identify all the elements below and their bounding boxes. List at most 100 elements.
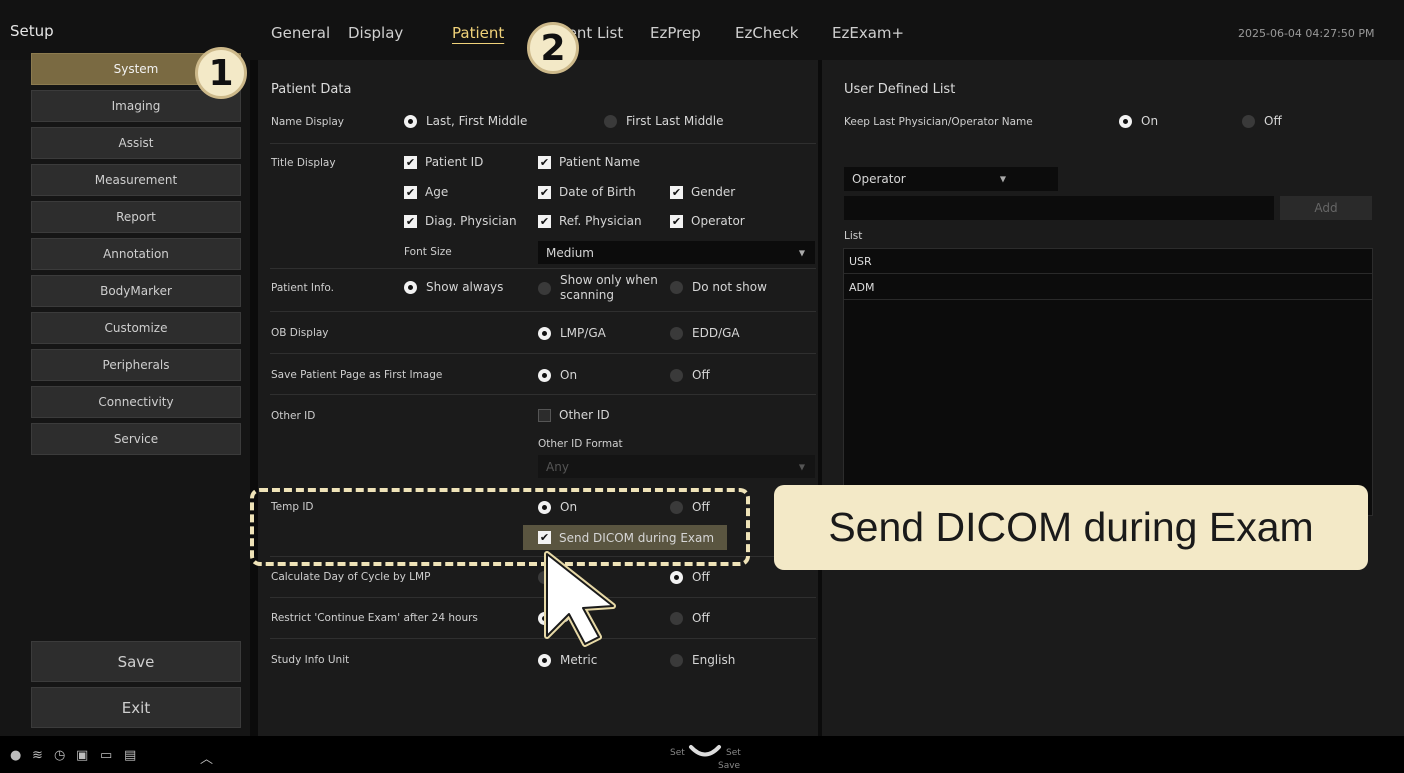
divider (270, 143, 816, 144)
checkbox-checked-icon: ✔ (538, 185, 551, 199)
patient-info-option-show-always[interactable]: Show always (404, 280, 503, 294)
checkbox-checked-icon: ✔ (538, 155, 551, 169)
radio-on-icon (538, 653, 551, 667)
keep-last-option-on[interactable]: On (1119, 114, 1158, 128)
study-info-unit-option-metric[interactable]: Metric (538, 653, 597, 667)
patient-info-option-show-when-scanning[interactable]: Show only when scanning (538, 273, 658, 303)
ob-display-label: OB Display (271, 327, 329, 339)
save-patient-page-option-on[interactable]: On (538, 368, 577, 382)
callout-label: Send DICOM during Exam (774, 485, 1368, 570)
checkbox-unchecked-icon (538, 408, 551, 422)
cursor-pointer-icon (544, 551, 616, 647)
checkbox-checked-icon: ✔ (670, 214, 683, 228)
list-item[interactable]: USR (844, 249, 1372, 274)
study-info-unit-option-english[interactable]: English (670, 653, 735, 667)
set-right-label: Set (726, 748, 741, 758)
check-diag-physician[interactable]: ✔ Diag. Physician (404, 214, 517, 228)
tab-ezcheck[interactable]: EzCheck (735, 24, 799, 42)
divider (270, 268, 816, 269)
step-badge-1: 1 (195, 47, 247, 99)
dropdown-arrow-icon: ▼ (798, 462, 805, 471)
check-operator[interactable]: ✔ Operator (670, 214, 745, 228)
keep-last-option-off[interactable]: Off (1242, 114, 1282, 128)
exit-button[interactable]: Exit (31, 687, 241, 728)
check-date-of-birth[interactable]: ✔ Date of Birth (538, 185, 636, 199)
name-display-option-first-last[interactable]: First Last Middle (604, 114, 724, 128)
checkbox-checked-icon: ✔ (404, 185, 417, 199)
radio-off-icon (670, 611, 683, 625)
patient-info-label: Patient Info. (271, 282, 334, 294)
tab-patient[interactable]: Patient (452, 24, 504, 42)
user-icon: ● (10, 748, 22, 763)
sidebar-item-annotation[interactable]: Annotation (31, 238, 241, 270)
name-display-option-last-first[interactable]: Last, First Middle (404, 114, 527, 128)
list-item-input[interactable] (844, 196, 1274, 220)
datetime: 2025-06-04 04:27:50 PM (1238, 27, 1375, 40)
radio-off-icon (604, 114, 617, 128)
check-patient-name[interactable]: ✔ Patient Name (538, 155, 640, 169)
tab-general[interactable]: General (271, 24, 330, 42)
checkbox-checked-icon: ✔ (670, 185, 683, 199)
tab-ezexam-plus[interactable]: EzExam+ (832, 24, 904, 42)
sidebar-item-peripherals[interactable]: Peripherals (31, 349, 241, 381)
radio-off-icon (670, 653, 683, 667)
add-button[interactable]: Add (1280, 196, 1372, 220)
trackball-icon (689, 745, 721, 757)
radio-off-icon (1242, 114, 1255, 128)
tab-ezprep[interactable]: EzPrep (650, 24, 701, 42)
divider (270, 311, 816, 312)
tab-display[interactable]: Display (348, 24, 403, 42)
radio-on-icon (538, 368, 551, 382)
storage-icon: ≋ (32, 748, 43, 763)
list-label: List (844, 230, 863, 242)
save-hint-label: Save (718, 761, 741, 771)
font-size-label: Font Size (404, 246, 452, 258)
sidebar-item-assist[interactable]: Assist (31, 127, 241, 159)
set-left-label: Set (670, 748, 685, 758)
chevron-up-icon[interactable]: ︿ (200, 748, 213, 767)
user-defined-list-title: User Defined List (844, 82, 956, 97)
check-patient-id[interactable]: ✔ Patient ID (404, 155, 483, 169)
divider (270, 353, 816, 354)
ob-display-option-lmp-ga[interactable]: LMP/GA (538, 326, 606, 340)
sidebar-item-connectivity[interactable]: Connectivity (31, 386, 241, 418)
checkbox-checked-icon: ✔ (404, 155, 417, 169)
radio-off-icon (670, 368, 683, 382)
other-id-label: Other ID (271, 410, 316, 422)
setup-title: Setup (10, 22, 54, 40)
radio-on-icon (670, 570, 683, 584)
list-type-select[interactable]: Operator ▼ (844, 167, 1058, 191)
dvr-icon: ▭ (100, 748, 113, 763)
other-id-format-label: Other ID Format (538, 438, 623, 450)
network-icon: ▣ (76, 748, 89, 763)
check-ref-physician[interactable]: ✔ Ref. Physician (538, 214, 642, 228)
highlight-dashed-box (250, 488, 750, 566)
check-other-id[interactable]: Other ID (538, 408, 610, 422)
other-id-format-select[interactable]: Any ▼ (538, 455, 815, 478)
patient-info-option-do-not-show[interactable]: Do not show (670, 280, 767, 294)
keep-last-name-label: Keep Last Physician/Operator Name (844, 116, 1033, 128)
radio-on-icon (404, 280, 417, 294)
check-gender[interactable]: ✔ Gender (670, 185, 735, 199)
radio-on-icon (538, 326, 551, 340)
calc-day-option-off[interactable]: Off (670, 570, 710, 584)
sidebar-item-report[interactable]: Report (31, 201, 241, 233)
restrict-continue-option-off[interactable]: Off (670, 611, 710, 625)
check-age[interactable]: ✔ Age (404, 185, 448, 199)
sidebar-item-customize[interactable]: Customize (31, 312, 241, 344)
restrict-continue-exam-label: Restrict 'Continue Exam' after 24 hours (271, 612, 478, 624)
save-button[interactable]: Save (31, 641, 241, 682)
checkbox-checked-icon: ✔ (538, 214, 551, 228)
dropdown-arrow-icon: ▼ (999, 174, 1006, 184)
radio-on-icon (404, 114, 417, 128)
sidebar-item-bodymarker[interactable]: BodyMarker (31, 275, 241, 307)
radio-on-icon (1119, 114, 1132, 128)
radio-off-icon (670, 280, 683, 294)
sidebar-item-service[interactable]: Service (31, 423, 241, 455)
list-item[interactable]: ADM (844, 275, 1372, 300)
step-badge-2: 2 (527, 22, 579, 74)
sidebar-item-measurement[interactable]: Measurement (31, 164, 241, 196)
font-size-select[interactable]: Medium ▼ (538, 241, 815, 264)
ob-display-option-edd-ga[interactable]: EDD/GA (670, 326, 740, 340)
save-patient-page-option-off[interactable]: Off (670, 368, 710, 382)
